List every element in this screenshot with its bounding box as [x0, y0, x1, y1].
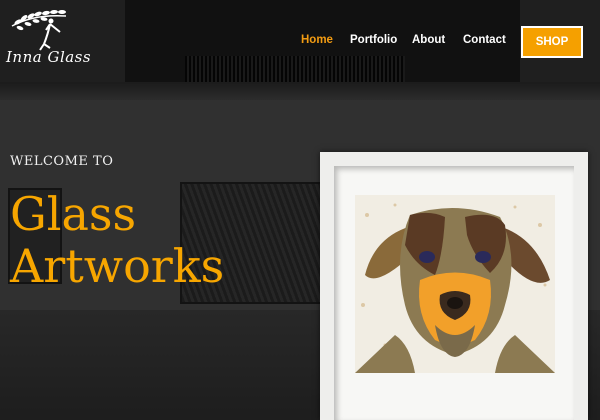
- nav-home[interactable]: Home: [301, 34, 333, 46]
- glass-dog-artwork: [355, 195, 555, 373]
- hero-welcome: WELCOME TO: [10, 154, 114, 169]
- header-vent: [185, 56, 405, 82]
- shop-button[interactable]: SHOP: [521, 26, 583, 58]
- nav-portfolio[interactable]: Portfolio: [350, 34, 397, 46]
- nav-about[interactable]: About: [412, 34, 445, 46]
- logo-text[interactable]: Inna Glass: [6, 48, 91, 66]
- nav-contact[interactable]: Contact: [463, 34, 506, 46]
- hero-title-line2: Artworks: [10, 239, 225, 293]
- site-header: Inna Glass Home Portfolio About Contact …: [0, 0, 600, 82]
- dog-artwork-image: [355, 195, 555, 373]
- hero-title-line1: Glass: [10, 187, 137, 241]
- hero-title: Glass Artworks: [10, 188, 224, 292]
- dancer-with-branch-icon: [11, 9, 67, 51]
